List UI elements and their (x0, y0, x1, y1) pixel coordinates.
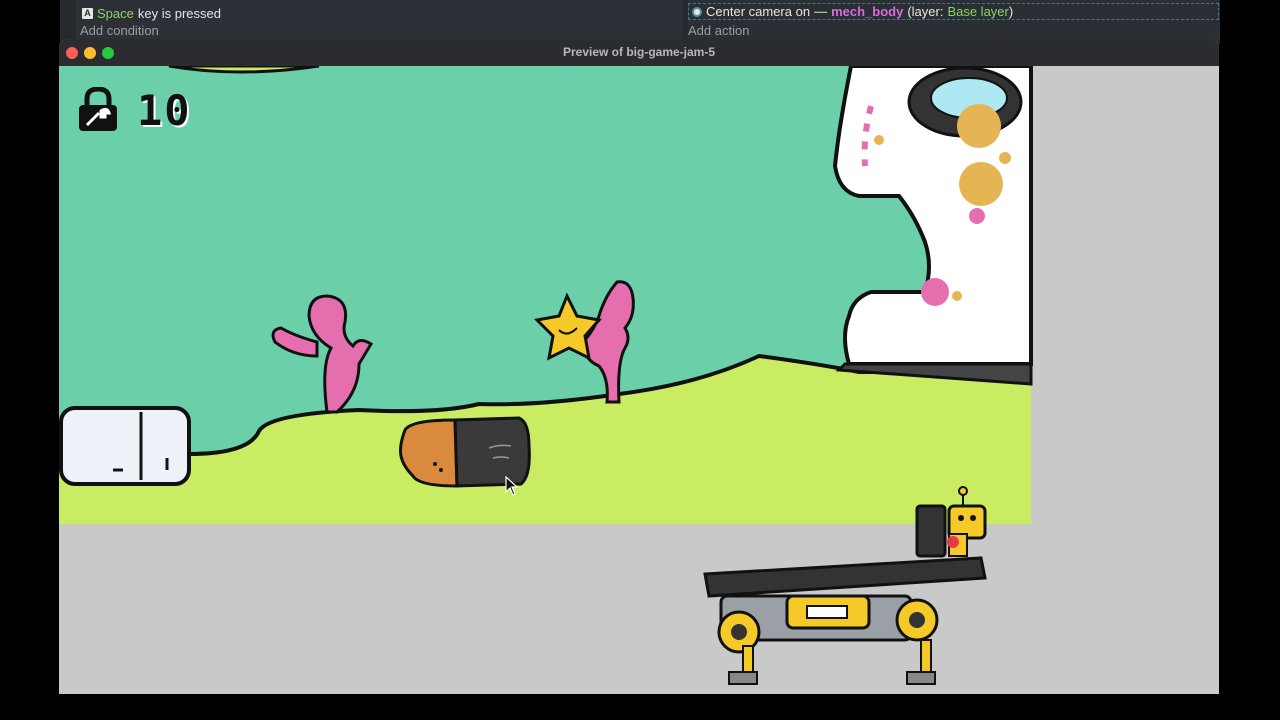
object-icon: — (814, 4, 828, 19)
keyboard-key-icon: A (82, 7, 93, 19)
conditions-panel: A Space key is pressed Add condition (76, 0, 682, 40)
padlock-wrench-icon (79, 87, 117, 131)
condition-text: key is pressed (137, 5, 221, 21)
white-block (59, 406, 191, 486)
game-scene (59, 66, 1033, 685)
hud: 10 (77, 85, 192, 135)
add-condition-link[interactable]: Add condition (80, 23, 159, 38)
add-action-link[interactable]: Add action (688, 23, 749, 38)
condition-row[interactable]: A Space key is pressed (82, 5, 221, 21)
action-prefix: Center camera on (706, 4, 811, 19)
window-bottom-bar (59, 694, 1219, 719)
hud-counter: 10 (137, 85, 192, 135)
action-layer-prefix: (layer: (907, 4, 944, 19)
game-canvas[interactable]: 10 (59, 66, 1219, 694)
window-title: Preview of big-game-jam-5 (562, 45, 716, 59)
action-row[interactable]: Center camera on — mech_body (layer: Bas… (688, 3, 1219, 20)
mouse-cursor-icon (505, 476, 519, 496)
action-layer-suffix: ) (1008, 4, 1014, 19)
action-object-name: mech_body (831, 4, 904, 19)
window-titlebar[interactable]: Preview of big-game-jam-5 (59, 39, 1219, 66)
condition-key-name: Space (97, 5, 134, 21)
preview-window: Preview of big-game-jam-5 10 (59, 39, 1219, 719)
actions-panel: Center camera on — mech_body (layer: Bas… (688, 0, 1220, 40)
action-layer-name: Base layer (947, 4, 1009, 19)
event-sheet: A Space key is pressed Add condition Cen… (60, 0, 1220, 44)
camera-icon (692, 6, 702, 17)
